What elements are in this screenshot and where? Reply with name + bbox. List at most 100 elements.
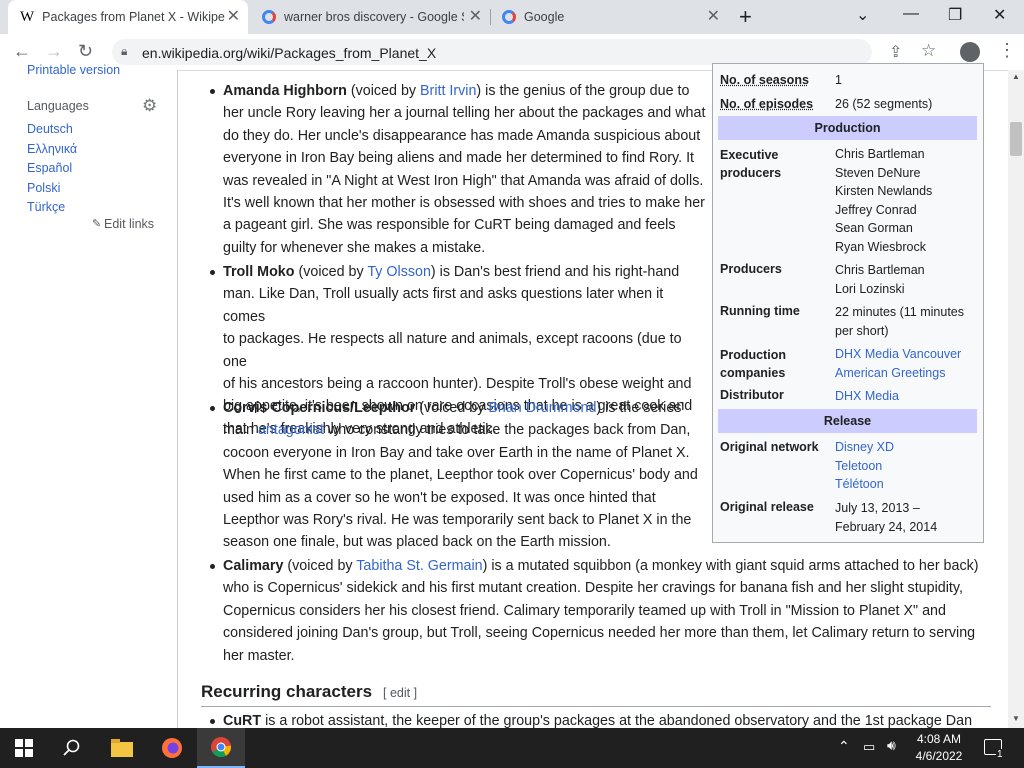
producer-name: Kirsten Newlands [835, 184, 933, 198]
actor-link[interactable]: Ty Olsson [367, 264, 431, 280]
tray-chevron-icon[interactable]: ⌃ [838, 738, 850, 755]
tab-google[interactable]: Google ✕ [490, 0, 728, 34]
tab-title: Google [524, 10, 565, 24]
heading-underline [201, 706, 991, 707]
url-text[interactable]: en.wikipedia.org/wiki/Packages_from_Plan… [142, 45, 436, 61]
google-favicon-icon [262, 10, 276, 24]
file-explorer-icon[interactable] [98, 728, 146, 768]
description-line: is a robot assistant, the keeper of the … [261, 713, 973, 728]
close-tab-icon[interactable]: ✕ [707, 9, 720, 25]
share-icon[interactable]: ⇪ [889, 42, 902, 62]
scroll-up-arrow-icon[interactable]: ▲ [1012, 72, 1020, 81]
tab-search-icon[interactable]: ⌄ [856, 5, 869, 25]
lock-icon[interactable]: 🔒︎ [121, 44, 127, 59]
close-tab-icon[interactable]: ✕ [227, 9, 240, 25]
release-line: July 13, 2013 – [835, 501, 920, 515]
character-name: Calimary [223, 558, 284, 574]
antagonist-link[interactable]: antagonist [258, 422, 324, 438]
network-label: Original network [720, 440, 819, 454]
restore-icon[interactable]: ❐ [948, 5, 962, 25]
language-polski[interactable]: Polski [27, 181, 60, 195]
network-icon[interactable]: ▭ [863, 739, 875, 755]
windows-start-icon[interactable] [0, 728, 48, 768]
description-line: used him as a cover so he won't be expos… [223, 489, 656, 506]
description-line: a pageant girl. She was responsible for … [223, 217, 676, 234]
description-line: of his ancestors being a raccoon hunter)… [223, 376, 692, 393]
list-item-calimary: Calimary (voiced by Tabitha St. Germain)… [223, 555, 983, 667]
producer-name: Ryan Wiesbrock [835, 239, 926, 254]
profile-avatar-icon[interactable] [960, 42, 980, 62]
scrollbar-thumb[interactable] [1010, 122, 1022, 156]
description-line: who is Copernicus' sidekick and his firs… [223, 580, 963, 597]
edit-links[interactable]: Edit links [104, 217, 154, 231]
close-tab-icon[interactable]: ✕ [469, 9, 482, 25]
network-link[interactable]: Disney XD [835, 440, 894, 454]
companies-values: DHX Media Vancouver American Greetings [835, 345, 961, 382]
firefox-icon[interactable] [148, 728, 196, 768]
actor-link[interactable]: Britt Irvin [420, 83, 476, 99]
description-line: was revealed in "A Night at West Iron Hi… [223, 172, 704, 189]
list-bullet [210, 89, 215, 94]
tab-google-search[interactable]: warner bros discovery - Google S ✕ [250, 0, 490, 34]
runtime-line: 22 minutes (11 minutes [835, 305, 964, 319]
release-header: Release [718, 409, 977, 433]
release-label: Original release [720, 500, 814, 514]
list-bullet [210, 406, 215, 411]
actor-link[interactable]: Brian Drummond [488, 400, 596, 416]
menu-kebab-icon[interactable]: ⋮ [998, 40, 1016, 61]
description-line: to packages. He respects all nature and … [223, 331, 682, 370]
distributor-link[interactable]: DHX Media [835, 389, 899, 403]
list-bullet [210, 270, 215, 275]
infobox: No. of seasons 1 No. of episodes 26 (52 … [712, 63, 984, 543]
google-favicon-icon [502, 10, 516, 24]
language-espanol[interactable]: Español [27, 161, 72, 175]
language-greek[interactable]: Ελληνικά [27, 142, 77, 156]
voiced-by-text: (voiced by [294, 264, 368, 280]
company-link[interactable]: DHX Media Vancouver [835, 347, 961, 361]
character-name: CuRT [223, 713, 262, 728]
chrome-icon[interactable] [197, 728, 245, 768]
reload-icon[interactable]: ↻ [78, 41, 93, 61]
gear-icon[interactable]: ⚙ [142, 96, 157, 116]
language-deutsch[interactable]: Deutsch [27, 122, 73, 136]
search-icon[interactable] [48, 728, 96, 768]
tab-wikipedia[interactable]: W Packages from Planet X - Wikipe ✕ [8, 0, 248, 34]
production-header: Production [718, 116, 977, 140]
description-line: guilty for whenever she makes a mistake. [223, 239, 486, 256]
voiced-by-text: (voiced by [346, 83, 421, 99]
actor-link[interactable]: Tabitha St. Germain [356, 558, 482, 574]
producer-name: Steven DeNure [835, 165, 921, 180]
pencil-icon: ✎ [92, 218, 102, 230]
back-icon[interactable]: ← [13, 41, 31, 61]
system-clock[interactable]: 4:08 AM 4/6/2022 [912, 731, 966, 765]
distributor-value: DHX Media [835, 387, 899, 406]
volume-icon[interactable]: 🔊︎ [887, 737, 896, 754]
description-line: main antagonist who constantly tries to … [223, 422, 691, 439]
edit-section-link[interactable]: [ edit ] [383, 686, 417, 700]
clock-time: 4:08 AM [916, 732, 962, 746]
page-scrollbar[interactable] [1008, 70, 1024, 728]
new-tab-button[interactable]: + [739, 4, 752, 30]
forward-icon[interactable]: → [45, 41, 63, 61]
sidebar-printable-version[interactable]: Printable version [27, 63, 120, 76]
clock-date: 4/6/2022 [915, 749, 963, 763]
network-link[interactable]: Télétoon [835, 477, 884, 491]
language-turkce[interactable]: Türkçe [27, 200, 65, 214]
description-line: cocoon everyone in Iron Bay and take ove… [223, 444, 690, 461]
close-window-icon[interactable]: ✕ [993, 5, 1006, 25]
network-link[interactable]: Teletoon [835, 459, 882, 473]
description-line: It's well known that her mother is obses… [223, 195, 705, 212]
minimize-icon[interactable]: — [903, 5, 919, 23]
seasons-label: No. of seasons [720, 73, 809, 87]
runtime-value: 22 minutes (11 minutes per short) [835, 303, 964, 340]
character-name: Corvis Copernicus/Leepthor [223, 400, 416, 416]
list-item-corvis: Corvis Copernicus/Leepthor (voiced by Br… [223, 397, 708, 554]
description-line: everyone in Iron Bay being aliens and ma… [223, 150, 695, 167]
list-bullet [210, 564, 215, 569]
scroll-down-arrow-icon[interactable]: ▼ [1012, 714, 1020, 723]
distributor-label: Distributor [720, 388, 784, 402]
network-values: Disney XD Teletoon Télétoon [835, 438, 894, 494]
description-line: her uncle Rory leaving her a journal tel… [223, 105, 706, 122]
bookmark-star-icon[interactable]: ☆ [921, 41, 936, 61]
company-link[interactable]: American Greetings [835, 366, 945, 380]
